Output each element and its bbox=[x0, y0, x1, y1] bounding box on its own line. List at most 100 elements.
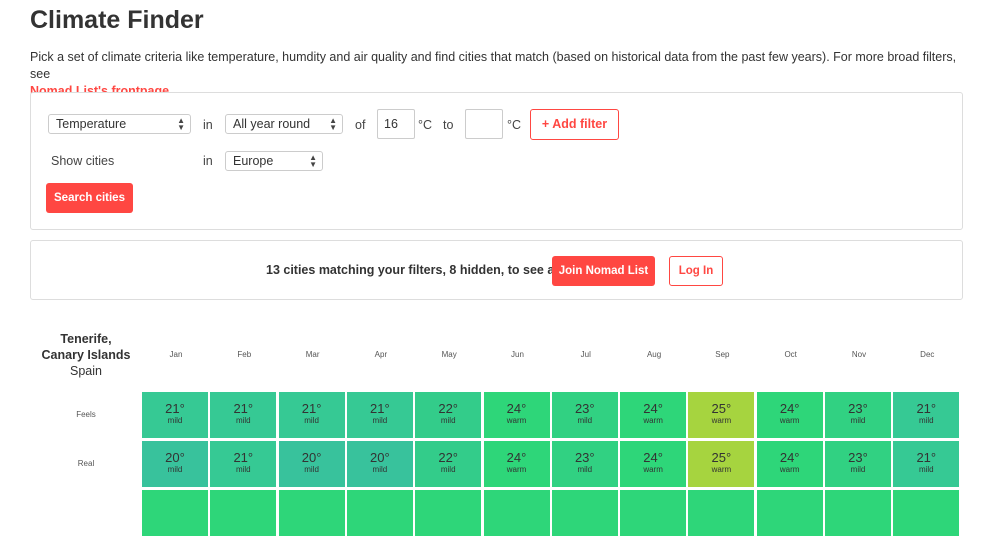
cell-desc: mild bbox=[372, 416, 388, 425]
climate-cell[interactable]: 21° mild bbox=[346, 392, 413, 438]
page-title: Climate Finder bbox=[30, 6, 204, 34]
climate-cell[interactable] bbox=[415, 490, 482, 536]
cell-temp: 23° bbox=[848, 450, 868, 465]
climate-cell[interactable]: 23° mild bbox=[825, 441, 891, 487]
climate-cell[interactable]: 25° warm bbox=[688, 392, 755, 438]
month-label: Jun bbox=[511, 350, 524, 359]
cell-desc: mild bbox=[577, 465, 593, 474]
climate-cell[interactable]: 25° warm bbox=[688, 441, 755, 487]
cell-desc: mild bbox=[577, 416, 593, 425]
month-label: Mar bbox=[305, 350, 320, 359]
month-label: Feb bbox=[237, 350, 252, 359]
climate-cell[interactable]: 24° warm bbox=[483, 392, 550, 438]
period-select[interactable]: All year round ▲ ▼ bbox=[225, 114, 343, 134]
climate-cell[interactable] bbox=[346, 490, 413, 536]
cell-desc: mild bbox=[167, 416, 183, 425]
month-label: Jan bbox=[169, 350, 183, 359]
city-header[interactable]: Tenerife, Canary Islands Spain bbox=[30, 331, 142, 379]
cell-temp: 21° bbox=[301, 401, 322, 416]
climate-cell[interactable]: 21° mild bbox=[142, 392, 208, 438]
cell-desc: warm bbox=[643, 416, 663, 425]
unit-label: °C bbox=[418, 118, 433, 132]
climate-cell[interactable] bbox=[893, 490, 960, 536]
month-label: Sep bbox=[715, 350, 730, 359]
climate-cell[interactable] bbox=[551, 490, 618, 536]
climate-cell[interactable]: 23° mild bbox=[551, 441, 618, 487]
climate-cell[interactable]: 24° warm bbox=[620, 392, 687, 438]
climate-cell[interactable]: 21° mild bbox=[893, 441, 960, 487]
climate-cell[interactable]: 23° mild bbox=[551, 392, 618, 438]
period-value: All year round bbox=[233, 117, 311, 131]
cell-desc: mild bbox=[440, 416, 456, 425]
climate-cell[interactable]: 20° mild bbox=[346, 441, 413, 487]
match-count-text: 13 cities matching your filters, 8 hidde… bbox=[266, 263, 562, 277]
climate-cell[interactable] bbox=[620, 490, 687, 536]
climate-cell[interactable]: 24° warm bbox=[756, 441, 823, 487]
cell-desc: warm bbox=[779, 465, 800, 474]
climate-cell[interactable]: 20° mild bbox=[278, 441, 345, 487]
climate-cell[interactable]: 22° mild bbox=[415, 392, 482, 438]
climate-cell[interactable] bbox=[825, 490, 891, 536]
join-button[interactable]: Join Nomad List bbox=[552, 256, 655, 286]
month-label: Oct bbox=[784, 350, 797, 359]
min-temp-input[interactable]: 16 bbox=[377, 109, 415, 139]
climate-cell[interactable] bbox=[688, 490, 755, 536]
climate-cell[interactable] bbox=[483, 490, 550, 536]
notice-panel: 13 cities matching your filters, 8 hidde… bbox=[30, 240, 963, 300]
climate-cell[interactable]: 20° mild bbox=[142, 441, 208, 487]
climate-cell[interactable]: 22° mild bbox=[415, 441, 482, 487]
region-select[interactable]: Europe ▲ ▼ bbox=[225, 151, 323, 171]
cell-desc: mild bbox=[167, 465, 183, 474]
to-label: to bbox=[443, 118, 454, 132]
cell-temp: 24° bbox=[506, 401, 527, 416]
cell-temp: 24° bbox=[779, 450, 800, 465]
select-arrows-icon: ▲ ▼ bbox=[329, 116, 337, 132]
climate-cell[interactable]: 24° warm bbox=[620, 441, 687, 487]
cell-temp: 21° bbox=[165, 401, 185, 416]
climate-cell[interactable] bbox=[142, 490, 208, 536]
climate-cell[interactable]: 21° mild bbox=[278, 392, 345, 438]
climate-cell[interactable] bbox=[210, 490, 277, 536]
login-button[interactable]: Log In bbox=[669, 256, 723, 286]
select-arrows-icon: ▲ ▼ bbox=[309, 153, 317, 169]
cell-temp: 24° bbox=[779, 401, 800, 416]
cell-temp: 20° bbox=[370, 450, 390, 465]
month-label: May bbox=[441, 350, 457, 359]
metric-select[interactable]: Temperature ▲ ▼ bbox=[48, 114, 191, 134]
climate-cell[interactable]: 21° mild bbox=[893, 392, 960, 438]
search-cities-button[interactable]: Search cities bbox=[46, 183, 133, 213]
month-label: Jul bbox=[580, 350, 591, 359]
month-label: Nov bbox=[851, 350, 867, 359]
cell-temp: 25° bbox=[711, 401, 732, 416]
cell-temp: 23° bbox=[574, 401, 595, 416]
cell-temp: 22° bbox=[438, 401, 459, 416]
climate-cell[interactable] bbox=[756, 490, 823, 536]
add-filter-button[interactable]: + Add filter bbox=[530, 109, 619, 140]
climate-cell[interactable]: 24° warm bbox=[756, 392, 823, 438]
climate-cell[interactable]: 21° mild bbox=[210, 441, 277, 487]
cell-desc: warm bbox=[779, 416, 800, 425]
cell-desc: mild bbox=[440, 465, 456, 474]
filter-panel: Temperature ▲ ▼ in All year round ▲ ▼ of 16 … bbox=[30, 92, 963, 230]
row-label: Feels bbox=[76, 410, 96, 419]
climate-cell[interactable]: 24° warm bbox=[483, 441, 550, 487]
city-name: Tenerife, bbox=[60, 332, 112, 346]
region-value: Europe bbox=[233, 154, 274, 168]
climate-cell[interactable]: 23° mild bbox=[825, 392, 891, 438]
cell-desc: mild bbox=[235, 465, 251, 474]
of-label: of bbox=[355, 118, 366, 132]
cell-desc: mild bbox=[918, 465, 934, 474]
cell-desc: mild bbox=[850, 416, 866, 425]
cell-temp: 20° bbox=[165, 450, 185, 465]
unit-label: °C bbox=[507, 118, 522, 132]
climate-cell[interactable]: 21° mild bbox=[210, 392, 277, 438]
in-label: in bbox=[203, 118, 213, 132]
cell-temp: 22° bbox=[438, 450, 459, 465]
climate-cell[interactable] bbox=[278, 490, 345, 536]
max-temp-input[interactable] bbox=[465, 109, 503, 139]
cell-temp: 25° bbox=[711, 450, 732, 465]
cell-desc: mild bbox=[235, 416, 251, 425]
month-label: Aug bbox=[646, 350, 662, 359]
cell-desc: warm bbox=[506, 416, 527, 425]
cell-desc: warm bbox=[643, 465, 663, 474]
